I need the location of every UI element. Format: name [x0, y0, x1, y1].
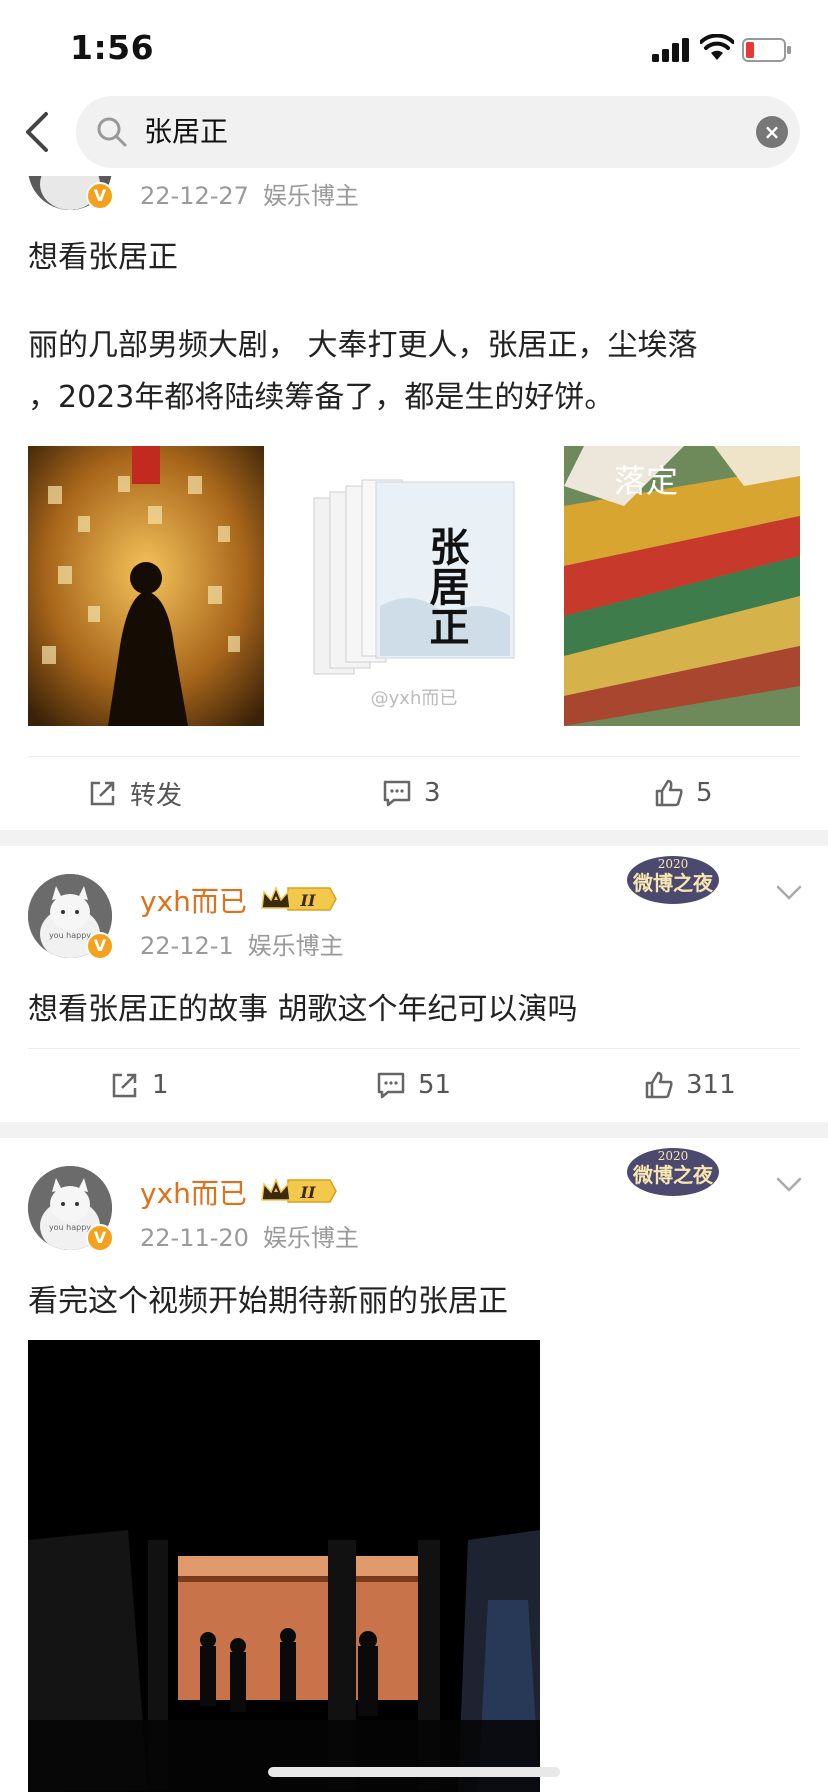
image-watermark: @yxh而已 — [371, 688, 458, 709]
home-indicator[interactable] — [268, 1767, 560, 1777]
vip-crown-badge-icon[interactable]: II — [260, 884, 338, 914]
like-count: 311 — [686, 1070, 736, 1100]
comment-button[interactable]: 51 — [376, 1067, 451, 1103]
like-button[interactable]: 311 — [644, 1067, 736, 1103]
repost-button[interactable]: 1 — [110, 1067, 169, 1103]
post-image[interactable] — [28, 446, 264, 726]
search-icon — [97, 117, 127, 147]
cellular-signal-icon — [652, 38, 689, 62]
post-source: 娱乐博主 — [247, 932, 344, 960]
search-bar[interactable]: × — [76, 96, 800, 168]
username[interactable]: yxh而已 — [140, 880, 247, 920]
like-count: 5 — [696, 778, 713, 808]
repost-button[interactable]: 转发 — [88, 775, 182, 811]
post-text: ，2023年都将陆续筹备了，都是生的好饼。 — [28, 380, 615, 415]
badge-year: 2020 — [658, 857, 689, 871]
verified-badge-icon: V — [86, 1224, 114, 1252]
comment-count: 3 — [424, 778, 441, 808]
vip-crown-badge-icon[interactable]: II — [260, 1176, 338, 1206]
video-player[interactable] — [28, 1340, 540, 1792]
repost-label: 转发 — [130, 780, 183, 811]
status-bar: 1:56 — [0, 0, 828, 96]
repost-count: 1 — [152, 1070, 169, 1100]
poster-title: 落定 — [614, 462, 678, 500]
post-divider — [0, 1122, 828, 1138]
username[interactable]: yxh而已 — [140, 1172, 247, 1212]
post-date: 22-12-27 — [140, 182, 249, 210]
post-source: 娱乐博主 — [262, 182, 359, 210]
vip-level: II — [300, 1183, 316, 1202]
post-date: 22-11-20 — [140, 1224, 249, 1252]
post-divider — [0, 830, 828, 846]
chevron-down-icon[interactable] — [776, 1177, 802, 1193]
search-header: × — [0, 96, 828, 172]
post-text: 想看张居正 — [28, 240, 178, 275]
post-date: 22-12-1 — [140, 932, 234, 960]
weibo-night-badge-icon[interactable]: 2020 微博之夜 — [624, 1142, 722, 1198]
avatar-overlay-text: you happy — [49, 1223, 91, 1232]
comment-button[interactable]: 3 — [382, 775, 441, 811]
comment-icon — [383, 780, 411, 807]
comment-count: 51 — [418, 1070, 452, 1100]
like-button[interactable]: 5 — [654, 775, 713, 811]
poster-chenai-luoding-icon: 落定 — [564, 446, 800, 726]
post-text: 想看张居正的故事 胡歌这个年纪可以演吗 — [28, 992, 578, 1027]
comment-icon — [377, 1072, 405, 1099]
poster-daifeng-dagengren-icon — [28, 446, 264, 726]
repost-icon — [112, 1073, 137, 1098]
post-meta: 22-11-20 娱乐博主 — [140, 1218, 359, 1253]
avatar-overlay-text: you happy — [49, 931, 91, 940]
thumbs-up-icon — [645, 1071, 673, 1099]
wifi-icon — [700, 34, 734, 60]
post-meta: 22-12-1 娱乐博主 — [140, 926, 344, 961]
thumbs-up-icon — [655, 779, 683, 807]
clear-search-icon[interactable]: × — [756, 116, 788, 148]
post-source: 娱乐博主 — [262, 1224, 359, 1252]
badge-title: 微博之夜 — [632, 871, 714, 895]
battery-icon — [742, 38, 791, 62]
post-image[interactable]: 落定 — [564, 446, 800, 726]
book-title: 张居正 — [423, 526, 470, 646]
status-time: 1:56 — [70, 28, 155, 67]
chevron-down-icon[interactable] — [776, 885, 802, 901]
post-meta: 22-12-27 娱乐博主 — [140, 176, 359, 211]
post-image[interactable]: 张居正 @yxh而已 — [296, 446, 532, 726]
post-action-bar: 转发 3 5 — [28, 756, 800, 828]
badge-year: 2020 — [658, 1149, 689, 1163]
back-arrow-icon[interactable] — [22, 110, 54, 154]
badge-title: 微博之夜 — [632, 1163, 714, 1187]
weibo-night-badge-icon[interactable]: 2020 微博之夜 — [624, 850, 722, 906]
vip-level: II — [300, 891, 316, 910]
repost-icon — [90, 781, 115, 806]
search-input[interactable] — [144, 96, 704, 168]
verified-badge-icon: V — [86, 182, 114, 210]
post-text: 丽的几部男频大剧， 大奉打更人，张居正，尘埃落 — [28, 328, 698, 363]
video-thumbnail-icon — [28, 1340, 540, 1792]
verified-badge-icon: V — [86, 932, 114, 960]
post-action-bar: 1 51 311 — [28, 1048, 800, 1120]
post-text: 看完这个视频开始期待新丽的张居正 — [28, 1284, 508, 1319]
book-set-zhangjuzheng-icon: 张居正 @yxh而已 — [296, 446, 532, 726]
